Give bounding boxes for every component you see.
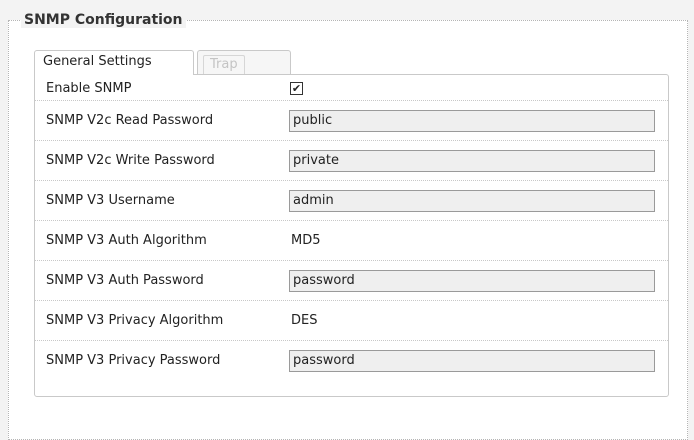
v3-privacy-algorithm-label: SNMP V3 Privacy Algorithm — [46, 313, 224, 328]
row-v3-auth-password: SNMP V3 Auth Password password — [35, 261, 668, 301]
enable-snmp-checkbox[interactable]: ✔ — [290, 82, 303, 95]
v3-auth-password-input[interactable]: password — [289, 270, 655, 292]
row-v2c-read-password: SNMP V2c Read Password public — [35, 101, 668, 141]
v3-privacy-password-label: SNMP V3 Privacy Password — [46, 353, 221, 368]
v3-auth-algorithm-label: SNMP V3 Auth Algorithm — [46, 233, 207, 248]
v2c-write-password-label: SNMP V2c Write Password — [46, 153, 215, 168]
v3-auth-password-label: SNMP V3 Auth Password — [46, 273, 204, 288]
v3-privacy-algorithm-value: DES — [291, 313, 318, 328]
v2c-read-password-input[interactable]: public — [289, 110, 655, 132]
section-title: SNMP Configuration — [21, 12, 186, 28]
v2c-read-password-label: SNMP V2c Read Password — [46, 113, 214, 128]
tab-general-settings[interactable]: General Settings — [34, 50, 194, 75]
v3-auth-algorithm-value: MD5 — [291, 233, 321, 248]
row-enable-snmp: Enable SNMP ✔ — [35, 75, 668, 101]
tab-trap[interactable]: Trap — [197, 50, 291, 75]
row-v3-auth-algorithm: SNMP V3 Auth Algorithm MD5 — [35, 221, 668, 261]
v3-username-input[interactable]: admin — [289, 190, 655, 212]
v2c-write-password-input[interactable]: private — [289, 150, 655, 172]
row-v3-privacy-password: SNMP V3 Privacy Password password — [35, 341, 668, 381]
row-v2c-write-password: SNMP V2c Write Password private — [35, 141, 668, 181]
row-v3-username: SNMP V3 Username admin — [35, 181, 668, 221]
row-v3-privacy-algorithm: SNMP V3 Privacy Algorithm DES — [35, 301, 668, 341]
v3-username-label: SNMP V3 Username — [46, 193, 175, 208]
v3-privacy-password-input[interactable]: password — [289, 350, 655, 372]
tab-trap-label: Trap — [203, 55, 245, 75]
enable-snmp-label: Enable SNMP — [46, 81, 132, 96]
general-settings-panel: Enable SNMP ✔ SNMP V2c Read Password pub… — [34, 74, 669, 397]
